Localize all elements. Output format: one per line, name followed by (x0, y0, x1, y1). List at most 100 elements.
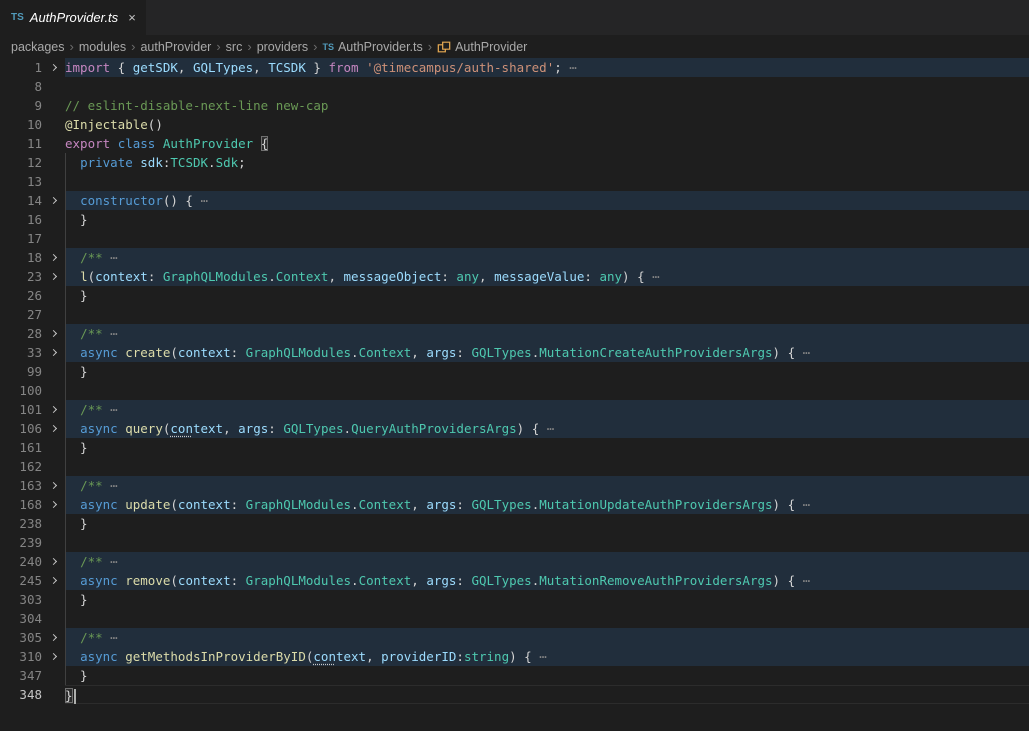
fold-chevron-icon[interactable] (42, 419, 65, 438)
breadcrumb-item-authprovider[interactable]: AuthProvider (437, 40, 527, 54)
code-line[interactable]: 101 /** ⋯ (0, 400, 1029, 419)
code-line-content[interactable]: } (65, 362, 1029, 381)
fold-chevron-icon[interactable] (42, 267, 65, 286)
code-line-content[interactable] (65, 172, 1029, 191)
code-line-content[interactable]: } (65, 438, 1029, 457)
code-line-content[interactable]: } (65, 210, 1029, 229)
code-line-content[interactable]: constructor() { ⋯ (65, 191, 1029, 210)
fold-chevron-icon[interactable] (42, 248, 65, 267)
code-line-content[interactable]: private sdk:TCSDK.Sdk; (65, 153, 1029, 172)
code-line-content[interactable]: } (65, 514, 1029, 533)
code-line[interactable]: 26 } (0, 286, 1029, 305)
fold-chevron-icon[interactable] (42, 324, 65, 343)
line-number[interactable]: 10 (0, 115, 42, 134)
line-number[interactable]: 310 (0, 647, 42, 666)
code-line-content[interactable]: async getMethodsInProviderByID(context, … (65, 647, 1029, 666)
code-line-content[interactable]: /** ⋯ (65, 476, 1029, 495)
code-line-content[interactable]: import { getSDK, GQLTypes, TCSDK } from … (65, 58, 1029, 77)
code-line[interactable]: 33 async create(context: GraphQLModules.… (0, 343, 1029, 362)
code-line-content[interactable]: async query(context, args: GQLTypes.Quer… (65, 419, 1029, 438)
breadcrumb-item-authprovider-ts[interactable]: TSAuthProvider.ts (322, 40, 422, 54)
code-line-content[interactable] (65, 381, 1029, 400)
line-number[interactable]: 9 (0, 96, 42, 115)
breadcrumb-item-src[interactable]: src (226, 40, 243, 54)
code-line[interactable]: 12 private sdk:TCSDK.Sdk; (0, 153, 1029, 172)
breadcrumb-item-authprovider[interactable]: authProvider (140, 40, 211, 54)
code-line[interactable]: 18 /** ⋯ (0, 248, 1029, 267)
line-number[interactable]: 27 (0, 305, 42, 324)
code-line-content[interactable]: // eslint-disable-next-line new-cap (65, 96, 1029, 115)
line-number[interactable]: 12 (0, 153, 42, 172)
code-line[interactable]: 99 } (0, 362, 1029, 381)
code-line-content[interactable] (65, 533, 1029, 552)
fold-chevron-icon[interactable] (42, 647, 65, 666)
code-line-content[interactable]: @Injectable() (65, 115, 1029, 134)
code-line-content[interactable]: /** ⋯ (65, 324, 1029, 343)
code-line[interactable]: 162 (0, 457, 1029, 476)
code-line[interactable]: 238 } (0, 514, 1029, 533)
code-line[interactable]: 348} (0, 685, 1029, 704)
breadcrumb-item-packages[interactable]: packages (11, 40, 65, 54)
fold-chevron-icon[interactable] (42, 571, 65, 590)
line-number[interactable]: 238 (0, 514, 42, 533)
line-number[interactable]: 100 (0, 381, 42, 400)
code-line[interactable]: 1 import { getSDK, GQLTypes, TCSDK } from… (0, 58, 1029, 77)
line-number[interactable]: 101 (0, 400, 42, 419)
line-number[interactable]: 348 (0, 685, 42, 704)
code-line-content[interactable] (65, 609, 1029, 628)
line-number[interactable]: 8 (0, 77, 42, 96)
code-line[interactable]: 305 /** ⋯ (0, 628, 1029, 647)
line-number[interactable]: 303 (0, 590, 42, 609)
code-line[interactable]: 163 /** ⋯ (0, 476, 1029, 495)
code-line[interactable]: 304 (0, 609, 1029, 628)
code-line[interactable]: 161 } (0, 438, 1029, 457)
breadcrumb-item-providers[interactable]: providers (257, 40, 308, 54)
code-line-content[interactable]: } (65, 286, 1029, 305)
code-line-content[interactable]: async remove(context: GraphQLModules.Con… (65, 571, 1029, 590)
code-line[interactable]: 10 @Injectable() (0, 115, 1029, 134)
line-number[interactable]: 239 (0, 533, 42, 552)
line-number[interactable]: 168 (0, 495, 42, 514)
code-line[interactable]: 28 /** ⋯ (0, 324, 1029, 343)
code-line[interactable]: 23 l(context: GraphQLModules.Context, me… (0, 267, 1029, 286)
fold-chevron-icon[interactable] (42, 476, 65, 495)
code-line-content[interactable]: } (65, 685, 1029, 704)
code-line-content[interactable]: /** ⋯ (65, 552, 1029, 571)
fold-chevron-icon[interactable] (42, 552, 65, 571)
code-line-content[interactable]: export class AuthProvider { (65, 134, 1029, 153)
code-line[interactable]: 100 (0, 381, 1029, 400)
line-number[interactable]: 26 (0, 286, 42, 305)
line-number[interactable]: 1 (0, 58, 42, 77)
fold-chevron-icon[interactable] (42, 191, 65, 210)
line-number[interactable]: 163 (0, 476, 42, 495)
code-line[interactable]: 303 } (0, 590, 1029, 609)
code-line[interactable]: 8 (0, 77, 1029, 96)
line-number[interactable]: 106 (0, 419, 42, 438)
code-line-content[interactable]: async update(context: GraphQLModules.Con… (65, 495, 1029, 514)
fold-chevron-icon[interactable] (42, 343, 65, 362)
line-number[interactable]: 23 (0, 267, 42, 286)
line-number[interactable]: 347 (0, 666, 42, 685)
code-line-content[interactable]: l(context: GraphQLModules.Context, messa… (65, 267, 1029, 286)
code-line-content[interactable]: /** ⋯ (65, 248, 1029, 267)
line-number[interactable]: 16 (0, 210, 42, 229)
code-line[interactable]: 347 } (0, 666, 1029, 685)
code-line-content[interactable]: /** ⋯ (65, 628, 1029, 647)
line-number[interactable]: 245 (0, 571, 42, 590)
code-line[interactable]: 13 (0, 172, 1029, 191)
code-line-content[interactable] (65, 229, 1029, 248)
code-line[interactable]: 17 (0, 229, 1029, 248)
code-area[interactable]: 1 import { getSDK, GQLTypes, TCSDK } from… (0, 58, 1029, 704)
fold-chevron-icon[interactable] (42, 58, 65, 77)
line-number[interactable]: 161 (0, 438, 42, 457)
code-line[interactable]: 106 async query(context, args: GQLTypes.… (0, 419, 1029, 438)
line-number[interactable]: 33 (0, 343, 42, 362)
code-line-content[interactable] (65, 457, 1029, 476)
line-number[interactable]: 18 (0, 248, 42, 267)
code-line-content[interactable] (65, 77, 1029, 96)
code-line-content[interactable]: /** ⋯ (65, 400, 1029, 419)
code-line-content[interactable] (65, 305, 1029, 324)
code-line[interactable]: 16 } (0, 210, 1029, 229)
fold-chevron-icon[interactable] (42, 495, 65, 514)
line-number[interactable]: 162 (0, 457, 42, 476)
